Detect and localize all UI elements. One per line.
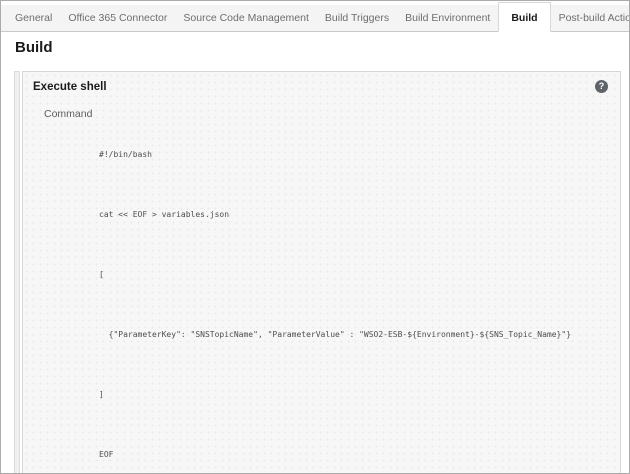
code-line: [ [99, 265, 571, 285]
build-steps-list: Execute shell ? Command #!/bin/bash cat … [14, 71, 621, 474]
command-row: Command #!/bin/bash cat << EOF > variabl… [23, 105, 620, 474]
build-step-header: Execute shell ? [23, 80, 620, 93]
tab-source-code-management[interactable]: Source Code Management [175, 5, 317, 31]
page-title: Build [15, 39, 629, 56]
command-textarea[interactable]: #!/bin/bash cat << EOF > variables.json … [99, 105, 571, 474]
code-line: cat << EOF > variables.json [99, 205, 571, 225]
code-line: EOF [99, 445, 571, 465]
build-step-1: Execute shell ? Command #!/bin/bash cat … [14, 71, 621, 474]
help-icon[interactable]: ? [595, 80, 608, 93]
tab-build[interactable]: Build [498, 2, 550, 32]
tab-build-triggers[interactable]: Build Triggers [317, 5, 397, 31]
build-step-panel: Execute shell ? Command #!/bin/bash cat … [22, 71, 621, 474]
command-label: Command [44, 108, 99, 474]
build-step-title: Execute shell [33, 81, 107, 93]
code-line: #!/bin/bash [99, 145, 571, 165]
jenkins-config-page: General Office 365 Connector Source Code… [0, 0, 630, 474]
drag-handle[interactable] [14, 71, 20, 474]
tab-build-environment[interactable]: Build Environment [397, 5, 498, 31]
code-line: ] [99, 385, 571, 405]
config-tabbar: General Office 365 Connector Source Code… [1, 5, 629, 32]
tab-post-build-actions[interactable]: Post-build Actions [551, 5, 630, 31]
code-line: {"ParameterKey": "SNSTopicName", "Parame… [99, 325, 571, 345]
tab-office-365-connector[interactable]: Office 365 Connector [60, 5, 175, 31]
tab-general[interactable]: General [7, 5, 60, 31]
